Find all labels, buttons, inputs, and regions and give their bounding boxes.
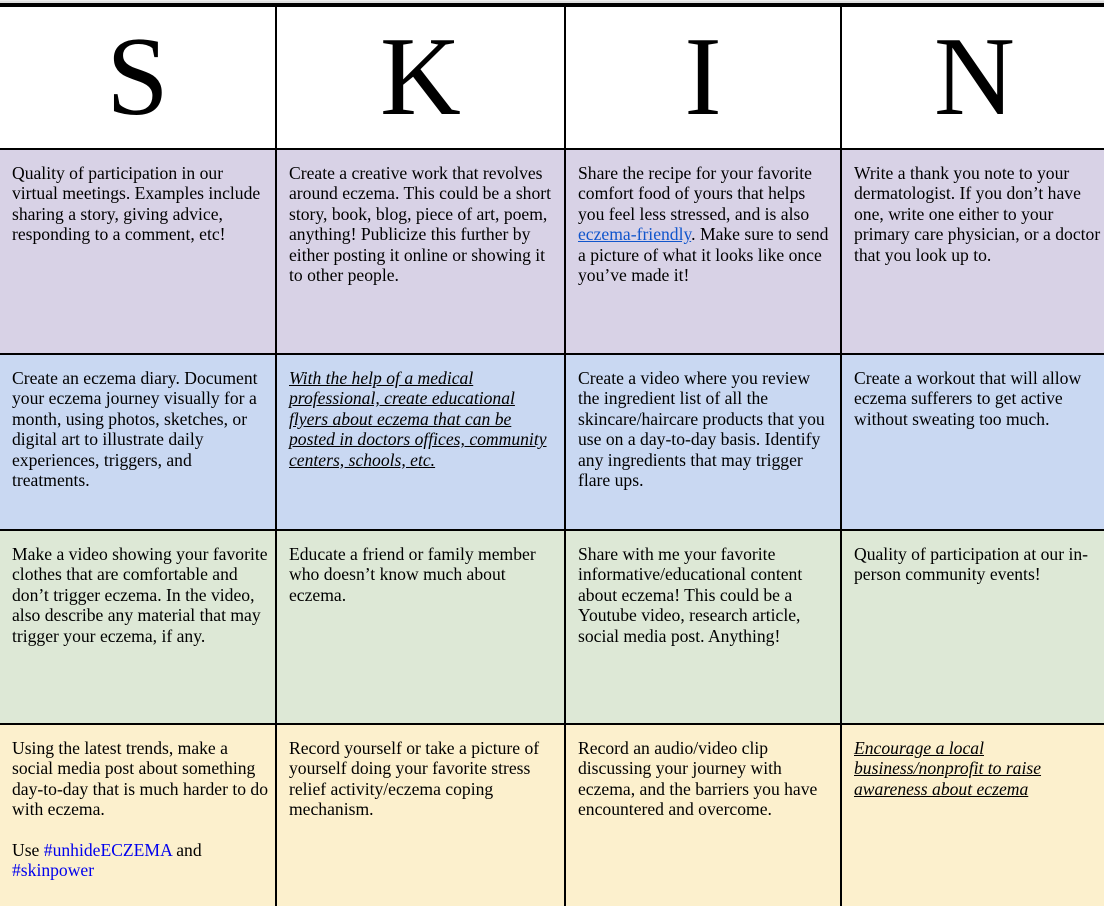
skin-grid: S K I N Quality of participation in our …: [0, 5, 1104, 906]
header-letter-s: S: [0, 5, 277, 150]
header-letter-k: K: [275, 5, 566, 150]
header-letter-n: N: [840, 5, 1104, 150]
challenge-cell: Create a workout that will allow eczema …: [840, 353, 1104, 531]
header-letter-i: I: [564, 5, 842, 150]
eczema-friendly-link[interactable]: eczema-friendly: [578, 224, 691, 244]
cell-text: Using the latest trends, make a social m…: [12, 738, 269, 820]
flyers-link-text[interactable]: With the help of a medical professional,…: [289, 368, 547, 470]
challenge-cell: Create a video where you review the ingr…: [564, 353, 842, 531]
challenge-cell: With the help of a medical professional,…: [275, 353, 566, 531]
challenge-cell: Share the recipe for your favorite comfo…: [564, 148, 842, 355]
challenge-cell: Quality of participation at our in-perso…: [840, 529, 1104, 725]
challenge-row-3: Make a video showing your favorite cloth…: [0, 529, 1104, 725]
challenge-cell: Educate a friend or family member who do…: [275, 529, 566, 725]
encourage-link-text[interactable]: Encourage a local business/nonprofit to …: [854, 738, 1041, 799]
challenge-cell: Share with me your favorite informative/…: [564, 529, 842, 725]
header-row: S K I N: [0, 5, 1104, 150]
challenge-cell: Create an eczema diary. Document your ec…: [0, 353, 277, 531]
challenge-cell: Using the latest trends, make a social m…: [0, 723, 277, 906]
use-prefix: Use: [12, 839, 44, 860]
hashtag-unhideeczema[interactable]: #unhideECZEMA: [44, 840, 172, 860]
challenge-row-2: Create an eczema diary. Document your ec…: [0, 353, 1104, 531]
cell-text: Share the recipe for your favorite comfo…: [578, 163, 812, 224]
skin-challenge-board: S K I N Quality of participation in our …: [0, 0, 1104, 906]
challenge-row-1: Quality of participation in our virtual …: [0, 148, 1104, 355]
challenge-cell: Make a video showing your favorite cloth…: [0, 529, 277, 725]
challenge-cell: Quality of participation in our virtual …: [0, 148, 277, 355]
challenge-cell: Record an audio/video clip discussing yo…: [564, 723, 842, 906]
and-text: and: [171, 839, 202, 860]
challenge-cell: Encourage a local business/nonprofit to …: [840, 723, 1104, 906]
hashtag-skinpower[interactable]: #skinpower: [12, 860, 94, 880]
challenge-cell: Write a thank you note to your dermatolo…: [840, 148, 1104, 355]
challenge-row-4: Using the latest trends, make a social m…: [0, 723, 1104, 906]
challenge-cell: Record yourself or take a picture of you…: [275, 723, 566, 906]
challenge-cell: Create a creative work that revolves aro…: [275, 148, 566, 355]
